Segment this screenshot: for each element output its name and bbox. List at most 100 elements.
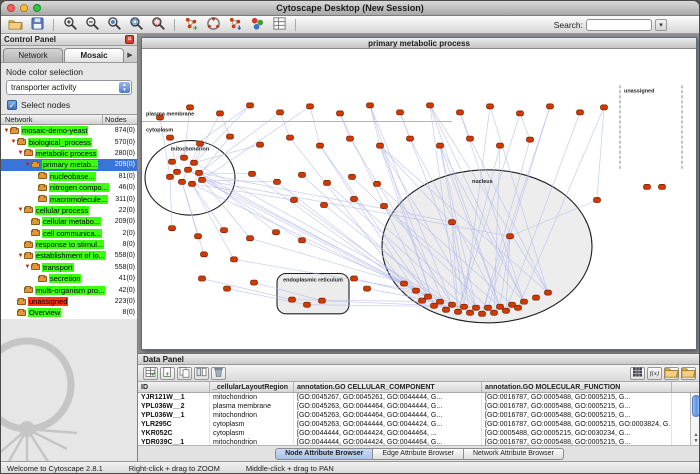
graph-node[interactable] [364,286,371,291]
graph-node[interactable] [381,204,388,209]
graph-node[interactable] [594,197,601,202]
graph-node[interactable] [527,137,534,142]
graph-node[interactable] [196,170,203,175]
tree-item[interactable]: cell communica...2(0) [1,228,137,239]
tab-network[interactable]: Network [3,48,63,62]
graph-node[interactable] [485,305,492,310]
graph-node[interactable] [277,110,284,115]
tree-item[interactable]: ▼cellular process22(0) [1,205,137,216]
graph-node[interactable] [191,160,198,165]
tree-item[interactable]: nucleobase...81(0) [1,171,137,182]
graph-node[interactable] [419,298,426,303]
graph-node[interactable] [299,238,306,243]
graph-node[interactable] [491,310,498,315]
graph-node[interactable] [425,294,432,299]
attribute-copy-button[interactable] [177,367,192,380]
import-attributes-button[interactable] [664,367,679,380]
graph-node[interactable] [199,276,206,281]
expander-icon[interactable]: ▼ [24,162,31,168]
graph-node[interactable] [507,234,514,239]
tab-network-attribute-browser[interactable]: Network Attribute Browser [464,448,564,460]
graph-node[interactable] [413,288,420,293]
graph-node[interactable] [337,111,344,116]
graph-node[interactable] [431,303,438,308]
column-header[interactable]: annotation.GO CELLULAR_COMPONENT [294,382,482,392]
tree-item[interactable]: ▼establishment of lo...558(0) [1,250,137,261]
graph-node[interactable] [517,111,524,116]
table-row[interactable]: YJR121W__1mitochondrion[GO:0045267, GO:0… [138,393,700,402]
attribute-columns-button[interactable] [194,367,209,380]
graph-node[interactable] [455,309,462,314]
table-row[interactable]: YKR052Ccytoplasm[GO:0044444, GO:0044424,… [138,429,700,438]
open-session-button[interactable] [5,17,25,33]
tree-item[interactable]: Overview8(0) [1,307,137,318]
select-nodes-checkbox[interactable]: ✓ [7,100,17,110]
graph-node[interactable] [443,307,450,312]
graph-node[interactable] [374,181,381,186]
graph-node[interactable] [167,135,174,140]
graph-node[interactable] [187,105,194,110]
zoom-selected-button[interactable] [104,17,124,33]
graph-node[interactable] [407,136,414,141]
tree-item[interactable]: ▼transport558(0) [1,262,137,273]
graph-node[interactable] [201,252,208,257]
graph-node[interactable] [287,135,294,140]
graph-node[interactable] [227,134,234,139]
graph-node[interactable] [457,110,464,115]
graph-node[interactable] [197,141,204,146]
graph-node[interactable] [224,286,231,291]
graph-node[interactable] [437,299,444,304]
graph-node[interactable] [217,111,224,116]
cytoscape-button[interactable] [203,17,223,33]
tree-item[interactable]: ▼mosaic-demo-yeast874(0) [1,125,137,136]
scrollbar-thumb[interactable] [692,395,700,417]
graph-node[interactable] [533,295,540,300]
zoom-out-button[interactable] [82,17,102,33]
graph-node[interactable] [185,167,192,172]
node-color-attribute-select[interactable]: transporter activity ▲▼ [6,80,132,95]
graph-node[interactable] [169,226,176,231]
graph-node[interactable] [324,180,331,185]
new-network-button[interactable]: + [181,17,201,33]
graph-node[interactable] [321,203,328,208]
graph-node[interactable] [351,196,358,201]
save-session-button[interactable] [27,17,47,33]
graph-node[interactable] [174,169,181,174]
graph-node[interactable] [367,103,374,108]
graph-node[interactable] [351,276,358,281]
graph-node[interactable] [503,308,510,313]
graph-node[interactable] [247,103,254,108]
graph-node[interactable] [577,110,584,115]
graph-node[interactable] [427,103,434,108]
graph-node[interactable] [497,143,504,148]
tab-node-attribute-browser[interactable]: Node Attribute Browser [275,448,373,460]
matrix-button[interactable] [630,367,645,380]
graph-node[interactable] [317,143,324,148]
window-titlebar[interactable]: Cytoscape Desktop (New Session) [1,1,699,16]
column-header[interactable]: _cellularLayoutRegion [210,382,294,392]
attribute-grid-button[interactable] [143,367,158,380]
graph-node[interactable] [199,177,206,182]
tab-scroll-right-button[interactable]: ▶ [125,48,135,62]
graph-node[interactable] [349,174,356,179]
tree-item[interactable]: cellular metabo...209(0) [1,216,137,227]
expander-icon[interactable]: ▼ [10,139,17,145]
attribute-new-button[interactable]: + [160,367,175,380]
graph-node[interactable] [221,228,228,233]
control-panel-close-icon[interactable]: × [125,35,134,44]
graph-node[interactable] [467,310,474,315]
search-options-dropdown[interactable]: ▾ [655,19,667,31]
graph-node[interactable] [397,110,404,115]
import-network-button[interactable] [225,17,245,33]
graph-node[interactable] [274,179,281,184]
expander-icon[interactable]: ▼ [24,264,31,270]
expander-icon[interactable]: ▼ [17,207,24,213]
column-header[interactable]: annotation.GO MOLECULAR_FUNCTION [482,382,672,392]
graph-node[interactable] [659,184,666,189]
graph-node[interactable] [347,136,354,141]
table-row[interactable]: YPL036W__2plasma membrane[GO:0045263, GO… [138,402,700,411]
graph-node[interactable] [487,104,494,109]
search-input[interactable] [586,19,652,31]
scrollbar-arrows-icon[interactable]: ▲▼ [691,431,700,445]
tab-edge-attribute-browser[interactable]: Edge Attribute Browser [373,448,464,460]
